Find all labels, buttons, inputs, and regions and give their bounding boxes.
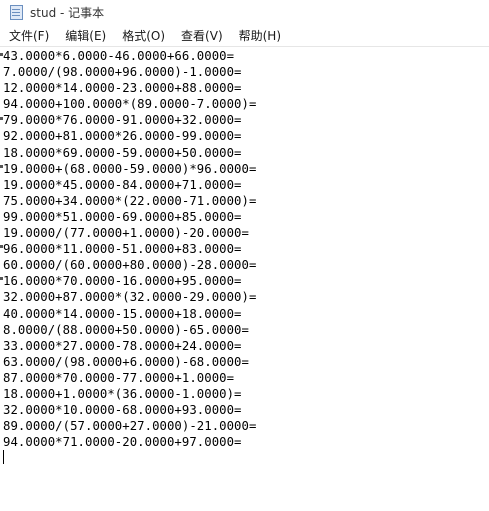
text-line: 92.0000+81.0000*26.0000-99.0000= xyxy=(3,129,242,144)
text-line: 94.0000*71.0000-20.0000+97.0000= xyxy=(3,435,242,450)
text-line: 75.0000+34.0000*(22.0000-71.0000)= xyxy=(3,193,257,208)
text-line: 33.0000*27.0000-78.0000+24.0000= xyxy=(3,338,242,353)
window-title: stud - 记事本 xyxy=(30,5,105,20)
text-line: 18.0000+1.0000*(36.0000-1.0000)= xyxy=(3,386,242,401)
text-line: 94.0000+100.0000*(89.0000-7.0000)= xyxy=(3,97,257,112)
menu-bar: 文件(F) 编辑(E) 格式(O) 查看(V) 帮助(H) xyxy=(0,26,489,46)
text-line: 19.0000/(77.0000+1.0000)-20.0000= xyxy=(3,226,249,241)
text-line: 32.0000+87.0000*(32.0000-29.0000)= xyxy=(3,290,257,305)
text-line: 7.0000/(98.0000+96.0000)-1.0000= xyxy=(3,65,242,80)
text-line: 99.0000*51.0000-69.0000+85.0000= xyxy=(3,209,242,224)
text-line: 16.0000*70.0000-16.0000+95.0000= xyxy=(3,274,242,289)
menu-edit[interactable]: 编辑(E) xyxy=(57,26,114,46)
text-line: 32.0000*10.0000-68.0000+93.0000= xyxy=(3,403,242,418)
text-line: 43.0000*6.0000-46.0000+66.0000= xyxy=(3,49,235,63)
menu-format[interactable]: 格式(O) xyxy=(114,26,173,46)
text-line: 63.0000/(98.0000+6.0000)-68.0000= xyxy=(3,354,249,369)
menu-file[interactable]: 文件(F) xyxy=(0,26,57,46)
text-line: 19.0000*45.0000-84.0000+71.0000= xyxy=(3,177,242,192)
text-line: 18.0000*69.0000-59.0000+50.0000= xyxy=(3,145,242,160)
text-line: 40.0000*14.0000-15.0000+18.0000= xyxy=(3,306,242,321)
text-line: 79.0000*76.0000-91.0000+32.0000= xyxy=(3,113,242,128)
text-line: 60.0000/(60.0000+80.0000)-28.0000= xyxy=(3,258,257,273)
title-bar[interactable]: stud - 记事本 xyxy=(0,0,489,24)
menu-view[interactable]: 查看(V) xyxy=(173,26,231,46)
text-line: 12.0000*14.0000-23.0000+88.0000= xyxy=(3,81,242,96)
text-content[interactable]: 43.0000*6.0000-46.0000+66.0000= 7.0000/(9… xyxy=(3,48,256,466)
text-cursor xyxy=(3,450,4,465)
menu-help[interactable]: 帮助(H) xyxy=(231,26,289,46)
text-line: 8.0000/(88.0000+50.0000)-65.0000= xyxy=(3,322,249,337)
notepad-window: stud - 记事本 文件(F) 编辑(E) 格式(O) 查看(V) 帮助(H)… xyxy=(0,0,489,511)
notepad-icon xyxy=(8,4,24,20)
text-editor[interactable]: 43.0000*6.0000-46.0000+66.0000= 7.0000/(9… xyxy=(0,46,489,511)
text-line: 96.0000*11.0000-51.0000+83.0000= xyxy=(3,242,242,257)
text-line: 89.0000/(57.0000+27.0000)-21.0000= xyxy=(3,419,257,434)
text-line: 19.0000+(68.0000-59.0000)*96.0000= xyxy=(3,161,257,176)
text-line: 87.0000*70.0000-77.0000+1.0000= xyxy=(3,370,235,385)
